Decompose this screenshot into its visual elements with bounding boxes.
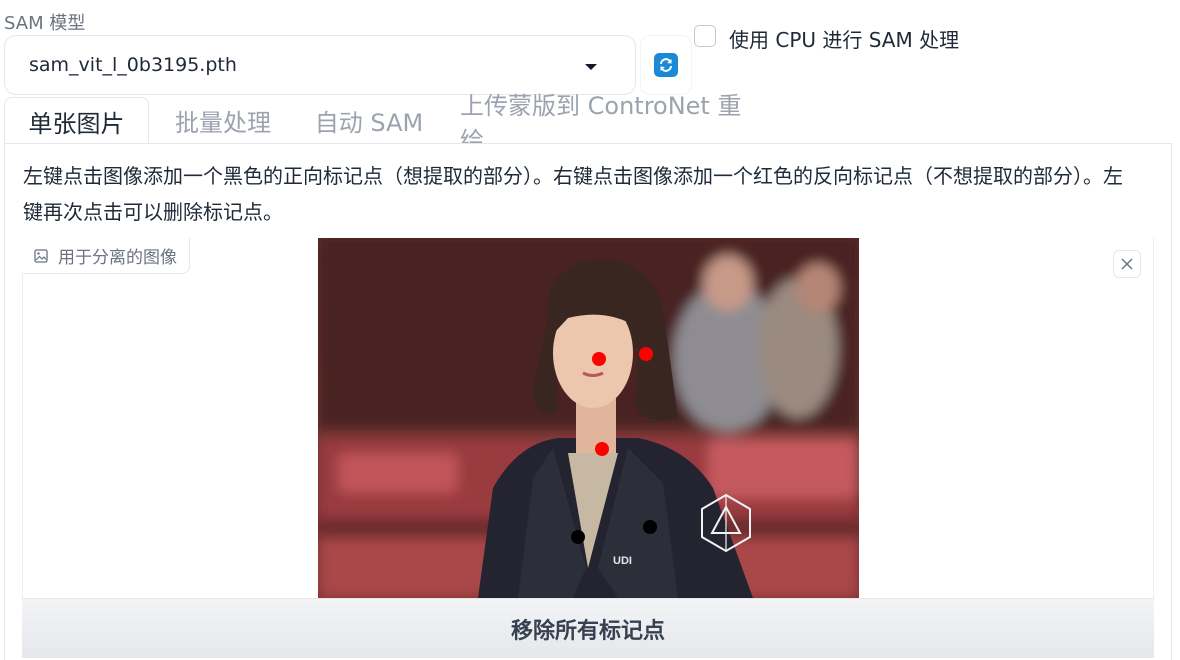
positive-marker-point[interactable] [643,520,657,534]
negative-marker-point[interactable] [592,352,606,366]
close-icon [1121,258,1133,270]
cpu-processing-checkbox[interactable] [694,25,716,47]
segmentation-image[interactable]: UDI [318,238,859,598]
negative-marker-point[interactable] [639,347,653,361]
negative-marker-point[interactable] [595,442,609,456]
image-label-text: 用于分离的图像 [58,248,177,268]
positive-marker-point[interactable] [571,530,585,544]
clear-image-button[interactable] [1113,250,1141,278]
sam-model-selected-value: sam_vit_l_0b3195.pth [29,54,237,76]
tab-upload-mask-controlnet[interactable]: 上传蒙版到 ControNet 重绘 [460,92,756,155]
tab-single-image[interactable]: 单张图片 [4,97,149,144]
instructions-text: 左键点击图像添加一个黑色的正向标记点（想提取的部分）。右键点击图像添加一个红色的… [23,164,1123,224]
refresh-button[interactable] [654,53,678,77]
chevron-down-icon [585,64,597,70]
remove-all-markers-button[interactable]: 移除所有标记点 [22,598,1154,658]
image-icon [34,248,48,263]
sam-model-label: SAM 模型 [4,13,86,34]
image-label-badge: 用于分离的图像 [22,238,190,274]
cpu-processing-label[interactable]: 使用 CPU 进行 SAM 处理 [729,24,959,53]
tab-batch-processing[interactable]: 批量处理 [168,97,278,144]
tab-auto-sam[interactable]: 自动 SAM [314,97,424,144]
refresh-icon [660,58,672,72]
jacket-logo-text: UDI [613,555,632,567]
